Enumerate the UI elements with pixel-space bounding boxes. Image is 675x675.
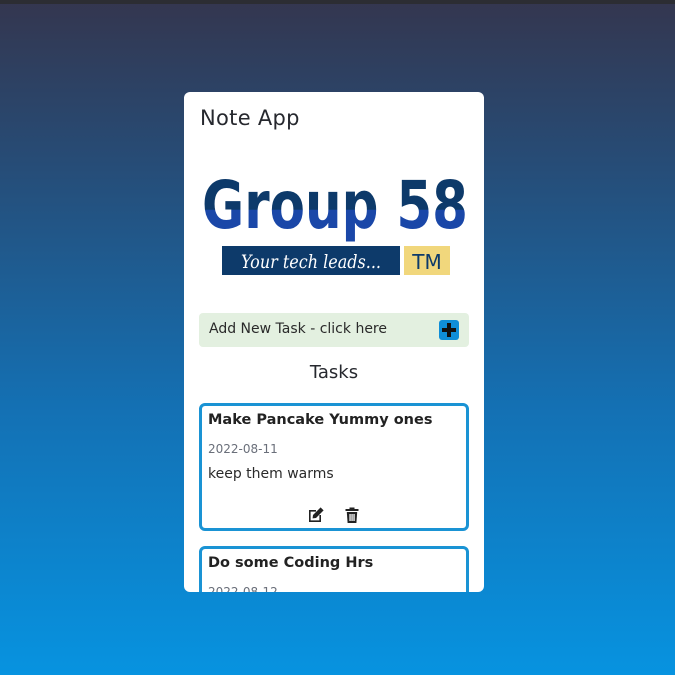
app-title: Note App <box>200 106 300 130</box>
task-actions <box>307 506 367 526</box>
logo-name: Group 58 <box>202 167 468 244</box>
group-58-logo: Group 58 Your tech leads... TM <box>202 167 468 275</box>
task-date: 2022-08-12 <box>208 585 278 592</box>
trash-icon[interactable] <box>343 506 361 524</box>
tasks-heading: Tasks <box>309 362 359 383</box>
task-date: 2022-08-11 <box>208 442 278 456</box>
logo-tm: TM <box>411 250 441 274</box>
task-title: Do some Coding Hrs <box>208 555 374 571</box>
logo-tagline: Your tech leads... <box>241 251 381 273</box>
plus-icon[interactable] <box>439 320 459 340</box>
add-new-task-bar[interactable]: Add New Task - click here <box>199 313 469 347</box>
task-description: keep them warms <box>208 466 334 482</box>
task-card: Make Pancake Yummy ones 2022-08-11 keep … <box>199 403 469 531</box>
top-edge-bar <box>0 0 675 4</box>
edit-icon[interactable] <box>307 506 325 524</box>
task-title: Make Pancake Yummy ones <box>208 412 433 428</box>
add-new-task-label: Add New Task - click here <box>209 321 387 337</box>
note-app-card: Note App Group 58 Your tech leads... TM … <box>184 92 484 592</box>
task-card: Do some Coding Hrs 2022-08-12 <box>199 546 469 592</box>
